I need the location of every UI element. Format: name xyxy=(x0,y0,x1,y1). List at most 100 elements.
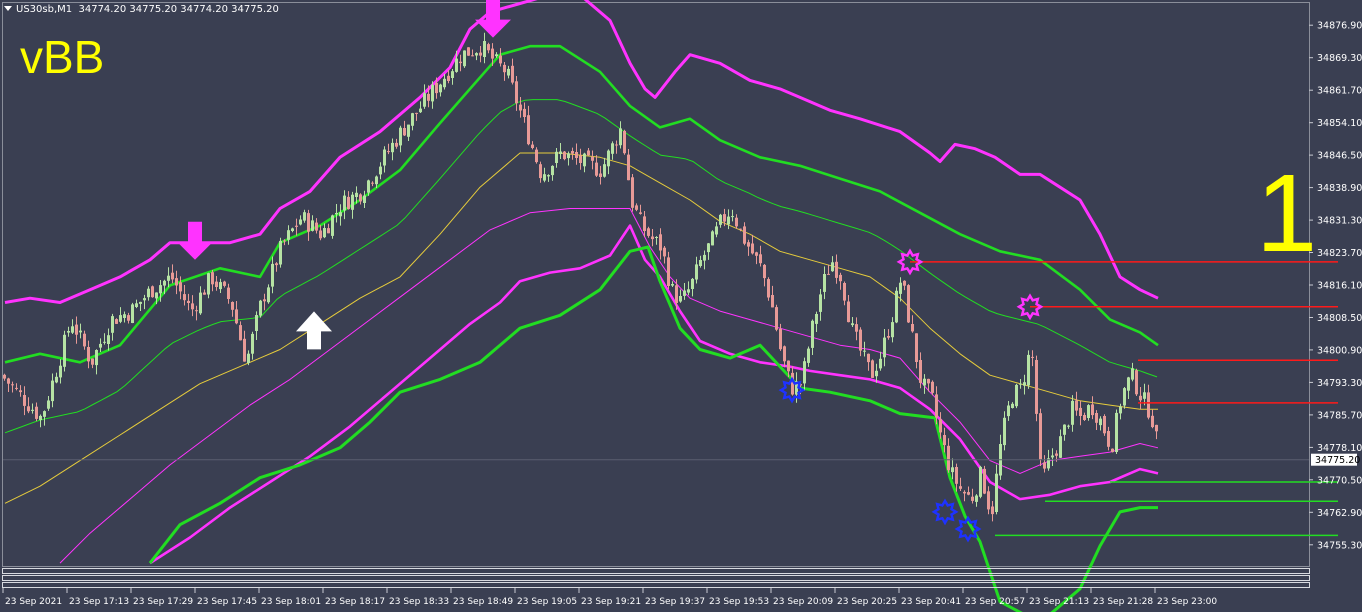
x-tick-label: 23 Sep 20:09 xyxy=(773,597,833,607)
candle-body xyxy=(519,104,522,111)
x-tick-label: 23 Sep 17:29 xyxy=(133,597,193,607)
candle-body xyxy=(1051,455,1054,458)
candle-body xyxy=(507,68,510,76)
collapse-triangle-icon[interactable] xyxy=(4,6,12,11)
price-chart[interactable]: 34876.90 34869.30 34861.70 34854.10 34846.50… xyxy=(0,0,1362,612)
candle-body xyxy=(1015,384,1018,407)
candle-body xyxy=(783,346,786,362)
candle-body xyxy=(711,231,714,246)
candle-body xyxy=(43,411,46,417)
candle-body xyxy=(859,329,862,351)
candle-body xyxy=(547,175,550,177)
candle-body xyxy=(951,467,954,473)
candle-body xyxy=(203,292,206,295)
candle-body xyxy=(171,272,174,280)
candle-body xyxy=(919,360,922,383)
candle-body xyxy=(75,324,78,335)
candle-body xyxy=(355,192,358,197)
candle-body xyxy=(327,228,330,234)
candle-body xyxy=(131,304,134,323)
candle-body xyxy=(183,294,186,301)
candle-body xyxy=(1011,403,1014,408)
candle-body xyxy=(39,415,42,420)
candle-body xyxy=(671,284,674,286)
candle-body xyxy=(279,240,282,265)
candle-body xyxy=(755,252,758,256)
candle-body xyxy=(455,58,458,72)
candle-body xyxy=(391,142,394,153)
y-tick-label: 34762.90 xyxy=(1317,508,1362,519)
candle-body xyxy=(963,491,966,494)
candle-body xyxy=(163,280,166,286)
candle-body xyxy=(675,285,678,303)
candle-body xyxy=(383,149,386,166)
candle-body xyxy=(775,307,778,330)
candle-body xyxy=(219,282,222,290)
x-tick-label: 23 Sep 20:25 xyxy=(837,597,897,607)
candle-body xyxy=(1131,368,1134,380)
candle-body xyxy=(987,491,990,510)
y-tick-label: 34808.50 xyxy=(1317,313,1362,324)
candle-body xyxy=(867,353,870,363)
x-tick-label: 23 Sep 2021 xyxy=(5,597,62,607)
candle-body xyxy=(471,55,474,57)
candle-body xyxy=(19,390,22,393)
candle-body xyxy=(263,299,266,302)
candle-body xyxy=(483,41,486,57)
candle-body xyxy=(1079,407,1082,416)
candle-body xyxy=(715,226,718,235)
candle-body xyxy=(743,226,746,244)
candle-body xyxy=(895,290,898,323)
candle-body xyxy=(11,384,14,386)
candle-body xyxy=(707,243,710,253)
candle-body xyxy=(855,324,858,332)
candle-body xyxy=(347,196,350,210)
candle-body xyxy=(611,143,614,154)
candle-body xyxy=(87,347,90,362)
candle-body xyxy=(359,194,362,202)
x-tick-label: 23 Sep 19:37 xyxy=(645,597,705,607)
candle-body xyxy=(91,358,94,365)
current-price-label: 34775.20 xyxy=(1315,455,1360,466)
candle-body xyxy=(639,212,642,214)
x-tick-label: 23 Sep 17:13 xyxy=(69,597,129,607)
candle-body xyxy=(487,44,490,51)
candle-body xyxy=(235,309,238,324)
candle-body xyxy=(175,278,178,286)
candle-body xyxy=(771,295,774,308)
candle-body xyxy=(827,273,830,275)
candle-body xyxy=(655,237,658,238)
candle-body xyxy=(503,64,506,73)
candle-body xyxy=(763,264,766,279)
candle-body xyxy=(1115,412,1118,452)
candle-body xyxy=(247,353,250,363)
candle-body xyxy=(239,325,242,341)
chart-header: US30sb,M1 34774.20 34775.20 34774.20 347… xyxy=(4,4,279,15)
y-tick-label: 34823.70 xyxy=(1317,248,1362,259)
candle-body xyxy=(155,292,158,299)
candle-body xyxy=(379,166,382,175)
candle-body xyxy=(687,289,690,293)
y-tick-label: 34778.10 xyxy=(1317,443,1362,454)
y-tick-label: 34793.30 xyxy=(1317,378,1362,389)
candle-body xyxy=(335,213,338,215)
candle-body xyxy=(1007,405,1010,417)
candle-body xyxy=(151,286,154,298)
candle-body xyxy=(63,334,66,367)
candle-body xyxy=(599,173,602,177)
candle-body xyxy=(419,108,422,113)
x-tick-label: 23 Sep 19:21 xyxy=(581,597,641,607)
candle-body xyxy=(443,78,446,88)
candle-body xyxy=(615,144,618,146)
candle-body xyxy=(543,174,546,181)
candle-body xyxy=(511,65,514,83)
candle-body xyxy=(1019,383,1022,385)
candle-body xyxy=(643,216,646,231)
candle-body xyxy=(139,301,142,304)
candle-body xyxy=(143,298,146,301)
candle-body xyxy=(1059,436,1062,458)
candle-body xyxy=(195,310,198,312)
candle-body xyxy=(627,154,630,181)
candle-body xyxy=(995,473,998,512)
candle-body xyxy=(523,108,526,117)
